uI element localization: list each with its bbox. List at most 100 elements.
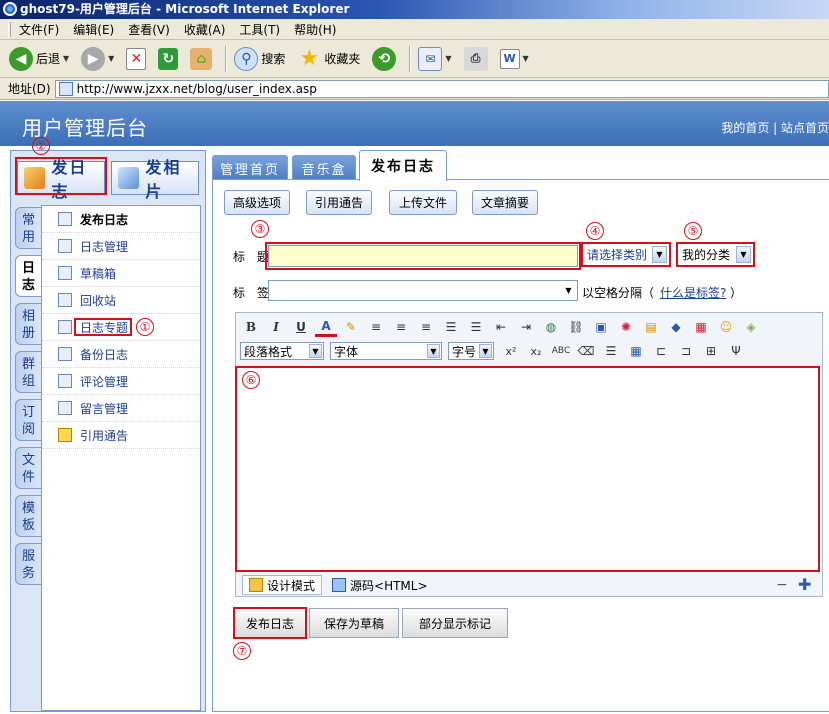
refresh-button[interactable]: ↻	[155, 44, 181, 74]
forward-dropdown-icon[interactable]: ▼	[108, 54, 114, 63]
vtab-template[interactable]: 模板	[15, 495, 41, 537]
insert-column-icon[interactable]: ⊏	[650, 341, 672, 361]
paragraph-format-select[interactable]: 段落格式 ▼	[240, 342, 324, 360]
menu-favorites[interactable]: 收藏(A)	[184, 21, 226, 38]
tab-manage-home[interactable]: 管理首页	[212, 155, 288, 180]
shrink-editor-icon[interactable]: −	[776, 577, 788, 593]
vtab-service[interactable]: 服务	[15, 543, 41, 585]
special-char-icon[interactable]: ◈	[740, 317, 762, 337]
home-button[interactable]: ⌂	[187, 44, 215, 74]
font-size-select[interactable]: 字号 ▼	[448, 342, 494, 360]
vtab-blog[interactable]: 日志	[15, 255, 41, 297]
align-left-icon[interactable]: ≡	[365, 317, 387, 337]
advanced-options-button[interactable]: 高级选项	[224, 190, 290, 215]
back-button[interactable]: ◀ 后退 ▼	[6, 44, 72, 74]
underline-icon[interactable]: U	[290, 317, 312, 337]
forward-arrow-icon: ▶	[81, 46, 106, 71]
edit-doc-icon	[58, 212, 72, 226]
header-links[interactable]: 我的首页 | 站点首页	[721, 119, 829, 136]
forward-button[interactable]: ▶ ▼	[78, 44, 117, 74]
vtab-file[interactable]: 文件	[15, 447, 41, 489]
vtab-album[interactable]: 相册	[15, 303, 41, 345]
partial-display-button[interactable]: 部分显示标记	[402, 608, 508, 638]
unordered-list-icon[interactable]: ☰	[465, 317, 487, 337]
flash-icon[interactable]: ✺	[615, 317, 637, 337]
stop-button[interactable]: ✕	[123, 44, 149, 74]
source-mode-tab[interactable]: 源码<HTML>	[326, 575, 434, 595]
italic-icon[interactable]: I	[265, 317, 287, 337]
favorites-button[interactable]: ★ 收藏夹	[294, 44, 363, 74]
history-button[interactable]: ⟲	[369, 44, 399, 74]
search-icon: ⚲	[234, 46, 259, 71]
edit-dropdown-icon[interactable]: ▼	[523, 54, 529, 63]
insert-row-icon[interactable]: ⊐	[675, 341, 697, 361]
nav-item-trackback[interactable]: 引用通告	[42, 422, 200, 449]
font-color-icon[interactable]: A	[315, 317, 337, 337]
merge-cells-icon[interactable]: ⊞	[700, 341, 722, 361]
realplayer-icon[interactable]: ▦	[690, 317, 712, 337]
link-icon[interactable]: ◍	[540, 317, 562, 337]
image-icon[interactable]: ▣	[590, 317, 612, 337]
address-input[interactable]: http://www.jzxx.net/blog/user_index.asp	[54, 79, 829, 98]
menu-tools[interactable]: 工具(T)	[239, 21, 280, 38]
address-url: http://www.jzxx.net/blog/user_index.asp	[76, 81, 317, 96]
comment-bubble-icon[interactable]: ◆	[665, 317, 687, 337]
align-center-icon[interactable]: ≡	[390, 317, 412, 337]
nav-item-recycle-bin[interactable]: 回收站	[42, 287, 200, 314]
highlight-icon[interactable]: ✎	[340, 317, 362, 337]
save-draft-button[interactable]: 保存为草稿	[309, 608, 399, 638]
menu-file[interactable]: 文件(F)	[19, 21, 59, 38]
menu-help[interactable]: 帮助(H)	[294, 21, 336, 38]
tab-publish-blog[interactable]: 发布日志	[359, 150, 447, 181]
expand-editor-icon[interactable]: ✚	[798, 575, 811, 594]
smiley-icon[interactable]: ☺	[715, 317, 737, 337]
what-is-tag-link[interactable]: 什么是标签?	[660, 284, 726, 301]
vtab-subscribe[interactable]: 订阅	[15, 399, 41, 441]
unlink-icon[interactable]: ⛓	[565, 317, 587, 337]
table-icon[interactable]: ▦	[625, 341, 647, 361]
editor-toolbar-row-1: B I U A ✎ ≡ ≡ ≡ ☰ ☰ ⇤ ⇥ ◍ ⛓ ▣ ✺ ▤ ◆ ▦ ☺ …	[240, 316, 765, 338]
superscript-icon[interactable]: x²	[500, 341, 522, 361]
search-button[interactable]: ⚲ 搜索	[231, 44, 288, 74]
font-family-select[interactable]: 字体 ▼	[330, 342, 442, 360]
bold-icon[interactable]: B	[240, 317, 262, 337]
design-mode-tab[interactable]: 设计模式	[242, 575, 323, 595]
strikethrough-icon[interactable]: ABC	[550, 341, 572, 361]
nav-item-publish-blog[interactable]: 发布日志	[42, 206, 200, 233]
nav-item-comments[interactable]: 评论管理	[42, 368, 200, 395]
manage-icon	[58, 239, 72, 253]
split-cells-icon[interactable]: Ψ	[725, 341, 747, 361]
nav-item-messages[interactable]: 留言管理	[42, 395, 200, 422]
eraser-icon[interactable]: ⌫	[575, 341, 597, 361]
marker-1: ①	[136, 318, 154, 336]
edit-button[interactable]: W ▼	[497, 44, 532, 74]
tag-input[interactable]: ▼	[268, 280, 578, 301]
media-icon[interactable]: ▤	[640, 317, 662, 337]
summary-button[interactable]: 文章摘要	[472, 190, 538, 215]
mail-dropdown-icon[interactable]: ▼	[445, 54, 451, 63]
subscript-icon[interactable]: x₂	[525, 341, 547, 361]
menu-edit[interactable]: 编辑(E)	[73, 21, 114, 38]
post-photo-button[interactable]: 发相片	[111, 158, 199, 201]
align-right-icon[interactable]: ≡	[415, 317, 437, 337]
horizontal-rule-icon[interactable]: ☰	[600, 341, 622, 361]
vtab-common[interactable]: 常用	[15, 207, 41, 249]
outdent-icon[interactable]: ⇤	[490, 317, 512, 337]
menu-view[interactable]: 查看(V)	[128, 21, 170, 38]
back-dropdown-icon[interactable]: ▼	[63, 54, 69, 63]
stop-icon: ✕	[126, 47, 147, 70]
tab-music-box[interactable]: 音乐盒	[292, 155, 356, 180]
indent-icon[interactable]: ⇥	[515, 317, 537, 337]
chevron-down-icon: ▼	[565, 286, 572, 295]
annotation-box-publish	[233, 607, 307, 639]
ordered-list-icon[interactable]: ☰	[440, 317, 462, 337]
star-icon: ★	[299, 46, 320, 71]
mail-button[interactable]: ✉ ▼	[415, 44, 454, 74]
print-button[interactable]: ⎙	[461, 44, 491, 74]
vtab-group[interactable]: 群组	[15, 351, 41, 393]
trackback-button[interactable]: 引用通告	[306, 190, 372, 215]
nav-item-backup[interactable]: 备份日志	[42, 341, 200, 368]
nav-item-drafts[interactable]: 草稿箱	[42, 260, 200, 287]
upload-file-button[interactable]: 上传文件	[389, 190, 457, 215]
nav-item-blog-manage[interactable]: 日志管理	[42, 233, 200, 260]
